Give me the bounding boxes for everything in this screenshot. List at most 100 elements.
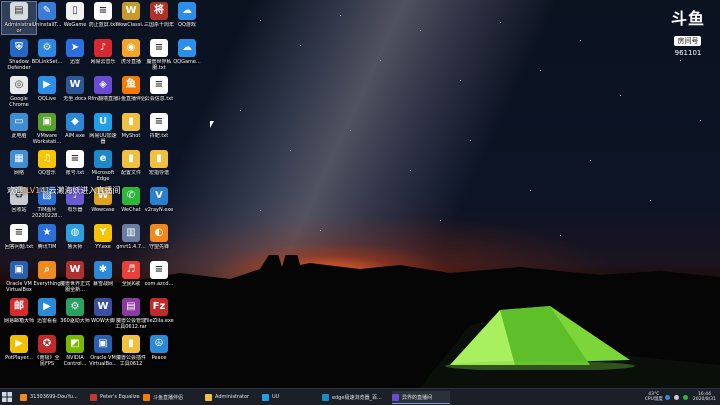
app-icon: ▣ <box>94 335 112 353</box>
app-icon: ☁ <box>178 2 196 20</box>
desktop-icon-label: 公会信息.txt <box>144 96 174 102</box>
desktop-icon[interactable]: ≡ com.azcd... <box>142 261 176 287</box>
app-icon: ☮ <box>150 335 168 353</box>
taskbar-item-label: 斗鱼直播伴侣 <box>153 394 184 401</box>
app-icon: ☁ <box>178 39 196 57</box>
app-icon: W <box>66 261 84 279</box>
app-icon: 邮 <box>10 298 28 316</box>
app-icon: ⛨ <box>10 39 28 57</box>
desktop-icon-label: v2rayN.exe <box>144 207 174 213</box>
notice-level: [LV14] <box>23 186 49 195</box>
app-icon: ▮ <box>122 150 140 168</box>
desktop-icon-label: 抖靶.txt <box>149 133 169 139</box>
desktop-icon[interactable]: ☮ Peace <box>142 335 176 361</box>
app-icon: ★ <box>38 224 56 242</box>
desktop-icon-label: Peace <box>151 355 167 361</box>
app-icon: ▮ <box>122 113 140 131</box>
taskbar-item[interactable]: UU <box>262 391 317 403</box>
taskbar-item-label: 31303699-DouYu... <box>30 394 78 400</box>
taskbar-item[interactable]: edge极速浏览器_百... <box>322 391 388 403</box>
taskbar-item[interactable]: 异界的直播间 <box>392 391 450 404</box>
app-icon: ▥ <box>122 224 140 242</box>
desktop-icon-label: 宏指导谱 <box>148 170 169 176</box>
app-icon: ⌕ <box>38 261 56 279</box>
desktop-icon[interactable]: Fz FileZilla.exe <box>142 298 176 324</box>
room-number: 961101 <box>674 49 702 57</box>
desktop-icon[interactable]: Vv2rayN.exe <box>142 187 176 213</box>
app-icon: ▤ <box>122 298 140 316</box>
clock[interactable]: 16:44 2020/8/31 <box>693 392 716 402</box>
taskbar-app-icon <box>143 393 150 401</box>
taskbar-item-label: edge极速浏览器_百... <box>332 394 382 401</box>
app-icon: ◍ <box>66 224 84 242</box>
app-icon: ◎ <box>10 76 28 94</box>
wechat-tray-icon[interactable] <box>682 394 688 400</box>
app-icon: ⚙ <box>66 298 84 316</box>
app-icon: V <box>150 187 168 205</box>
taskbar-item[interactable]: 31303699-DouYu... <box>20 391 86 403</box>
app-icon: Y <box>94 224 112 242</box>
taskbar-item[interactable]: Administrator <box>205 391 257 403</box>
app-icon: ≡ <box>66 150 84 168</box>
app-icon: ▮ <box>150 150 168 168</box>
app-icon: ▭ <box>10 113 28 131</box>
desktop-icon[interactable]: ☁ QQGame... <box>170 39 204 65</box>
taskbar-item-label: Peter's Equalizer ... <box>100 394 140 400</box>
app-icon: W <box>122 2 140 20</box>
app-icon: 鱼 <box>122 76 140 94</box>
desktop-icon-label: FileZilla.exe <box>144 318 174 324</box>
desktop-icon-label: QQGame... <box>173 59 201 65</box>
douyu-logo: 斗鱼 <box>670 9 705 28</box>
desktop[interactable]: ▤ Administrat or ✎ UninstallT... ▯ WeGame ≡ 防止蓝… <box>0 0 720 388</box>
app-icon: ⚙ <box>38 39 56 57</box>
desktop-icon-label: com.azcd... <box>144 281 174 287</box>
app-icon: ◐ <box>150 224 168 242</box>
notice-text: 云濑海妖进入直播间 <box>48 186 121 195</box>
desktop-icon[interactable]: ☁ QQ游戏 <box>170 2 204 28</box>
app-icon: ◆ <box>66 113 84 131</box>
app-icon: ≡ <box>150 76 168 94</box>
taskbar-app-icon <box>322 393 329 401</box>
room-label: 房间号 <box>674 36 702 46</box>
taskbar-item-label: Administrator <box>215 394 250 400</box>
desktop-icon[interactable]: ≡ 公会信息.txt <box>142 76 176 102</box>
app-icon: 将 <box>150 2 168 20</box>
app-icon: ✆ <box>122 187 140 205</box>
taskbar-item[interactable]: Peter's Equalizer ... <box>90 391 140 403</box>
app-icon: ▣ <box>38 113 56 131</box>
mouse-cursor-icon <box>210 121 214 128</box>
desktop-icon[interactable]: ◐ 守望先锋 <box>142 224 176 250</box>
app-icon: ➤ <box>66 39 84 57</box>
app-icon: ♪ <box>94 39 112 57</box>
taskbar-app-icon <box>205 393 212 401</box>
app-icon: ≡ <box>150 113 168 131</box>
taskbar: 31303699-DouYu... Peter's Equalizer ... 斗鱼… <box>0 388 720 405</box>
app-icon: ♫ <box>38 150 56 168</box>
live-welcome-notice: 欢迎[LV14]云濑海妖进入直播间 <box>7 185 120 196</box>
taskbar-item[interactable]: 斗鱼直播伴侣 <box>143 391 201 403</box>
desktop-icon[interactable]: ≡ 抖靶.txt <box>142 113 176 139</box>
taskbar-item-label: UU <box>272 394 280 400</box>
cpu-temp-label: CPU温度 <box>644 397 663 402</box>
app-icon: ▶ <box>38 298 56 316</box>
volume-icon[interactable] <box>673 394 679 400</box>
desktop-icon[interactable]: ▮ 宏指导谱 <box>142 150 176 176</box>
taskbar-app-icon <box>392 393 399 401</box>
app-icon: ◩ <box>66 335 84 353</box>
douyu-watermark: 斗鱼 房间号 961101 <box>670 9 705 58</box>
app-icon: W <box>66 76 84 94</box>
desktop-icon-label: QQ游戏 <box>178 22 196 28</box>
app-icon: ◈ <box>94 76 112 94</box>
app-icon: ✪ <box>38 335 56 353</box>
app-icon: ≡ <box>150 261 168 279</box>
taskbar-app-icon <box>262 393 269 401</box>
app-icon: Fz <box>150 298 168 316</box>
windows-start-icon[interactable] <box>2 392 12 402</box>
app-icon: ▶ <box>38 76 56 94</box>
app-icon: ≡ <box>10 224 28 242</box>
app-icon: ◉ <box>122 39 140 57</box>
app-icon: W <box>94 298 112 316</box>
cpu-temp[interactable]: 43°C CPU温度 <box>645 392 663 402</box>
app-icon: e <box>94 150 112 168</box>
network-icon[interactable] <box>664 394 670 400</box>
